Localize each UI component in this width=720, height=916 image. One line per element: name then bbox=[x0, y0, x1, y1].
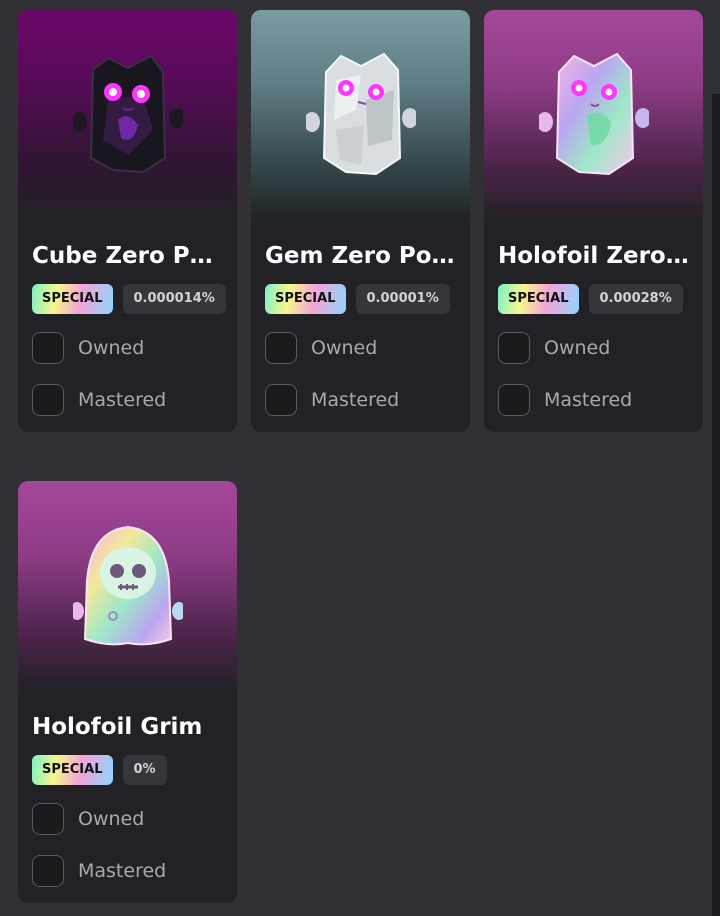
owned-checkbox[interactable] bbox=[498, 332, 530, 364]
collectible-card-holofoil-grim[interactable]: Holofoil Grim SPECIAL 0% Owned Mastered bbox=[18, 481, 237, 903]
mastered-label: Mastered bbox=[311, 389, 400, 411]
owned-checkbox-row[interactable]: Owned bbox=[265, 330, 470, 366]
card-badges: SPECIAL 0.000014% bbox=[32, 284, 227, 314]
card-checklist: Owned Mastered bbox=[498, 330, 703, 418]
owned-checkbox[interactable] bbox=[265, 332, 297, 364]
mastered-label: Mastered bbox=[78, 860, 167, 882]
card-checklist: Owned Mastered bbox=[32, 801, 237, 889]
owned-label: Owned bbox=[78, 808, 145, 830]
card-checklist: Owned Mastered bbox=[265, 330, 470, 418]
rarity-percent-badge: 0.00001% bbox=[355, 284, 450, 314]
mastered-checkbox[interactable] bbox=[32, 855, 64, 887]
holofoil-creature-icon bbox=[538, 52, 649, 176]
owned-checkbox-row[interactable]: Owned bbox=[32, 330, 237, 366]
silver-gem-creature-icon bbox=[305, 52, 416, 176]
special-badge: SPECIAL bbox=[498, 284, 579, 314]
mastered-label: Mastered bbox=[78, 389, 167, 411]
owned-label: Owned bbox=[78, 337, 145, 359]
vertical-scrollbar[interactable] bbox=[712, 94, 720, 916]
rarity-percent-badge: 0% bbox=[122, 755, 167, 785]
owned-label: Owned bbox=[544, 337, 611, 359]
card-checklist: Owned Mastered bbox=[32, 330, 237, 418]
rarity-percent-badge: 0.000014% bbox=[122, 284, 226, 314]
collectible-card-cube-zero-point[interactable]: Cube Zero Po... SPECIAL 0.000014% Owned … bbox=[18, 10, 237, 432]
collection-grid: Cube Zero Po... SPECIAL 0.000014% Owned … bbox=[0, 0, 720, 916]
collectible-card-gem-zero-point[interactable]: Gem Zero Point SPECIAL 0.00001% Owned Ma… bbox=[251, 10, 470, 432]
rarity-percent-badge: 0.00028% bbox=[588, 284, 683, 314]
special-badge: SPECIAL bbox=[32, 284, 113, 314]
card-title: Gem Zero Point bbox=[265, 243, 460, 269]
owned-checkbox-row[interactable]: Owned bbox=[32, 801, 237, 837]
mastered-checkbox-row[interactable]: Mastered bbox=[32, 853, 237, 889]
card-badges: SPECIAL 0% bbox=[32, 755, 227, 785]
mastered-checkbox[interactable] bbox=[265, 384, 297, 416]
collectible-card-holofoil-zero-point[interactable]: Holofoil Zero ... SPECIAL 0.00028% Owned… bbox=[484, 10, 703, 432]
card-badges: SPECIAL 0.00001% bbox=[265, 284, 460, 314]
special-badge: SPECIAL bbox=[265, 284, 346, 314]
mastered-checkbox-row[interactable]: Mastered bbox=[32, 382, 237, 418]
card-title: Holofoil Grim bbox=[32, 714, 203, 740]
card-badges: SPECIAL 0.00028% bbox=[498, 284, 693, 314]
holofoil-grim-creature-icon bbox=[72, 525, 183, 646]
card-image-area bbox=[18, 10, 237, 220]
owned-checkbox[interactable] bbox=[32, 803, 64, 835]
card-image-area bbox=[484, 10, 703, 220]
owned-checkbox[interactable] bbox=[32, 332, 64, 364]
mastered-checkbox[interactable] bbox=[32, 384, 64, 416]
card-image-area bbox=[18, 481, 237, 691]
card-title: Cube Zero Po... bbox=[32, 243, 227, 269]
card-image-area bbox=[251, 10, 470, 220]
owned-label: Owned bbox=[311, 337, 378, 359]
dark-cube-creature-icon bbox=[72, 54, 183, 174]
mastered-checkbox-row[interactable]: Mastered bbox=[265, 382, 470, 418]
mastered-label: Mastered bbox=[544, 389, 633, 411]
mastered-checkbox[interactable] bbox=[498, 384, 530, 416]
owned-checkbox-row[interactable]: Owned bbox=[498, 330, 703, 366]
mastered-checkbox-row[interactable]: Mastered bbox=[498, 382, 703, 418]
special-badge: SPECIAL bbox=[32, 755, 113, 785]
card-title: Holofoil Zero ... bbox=[498, 243, 693, 269]
